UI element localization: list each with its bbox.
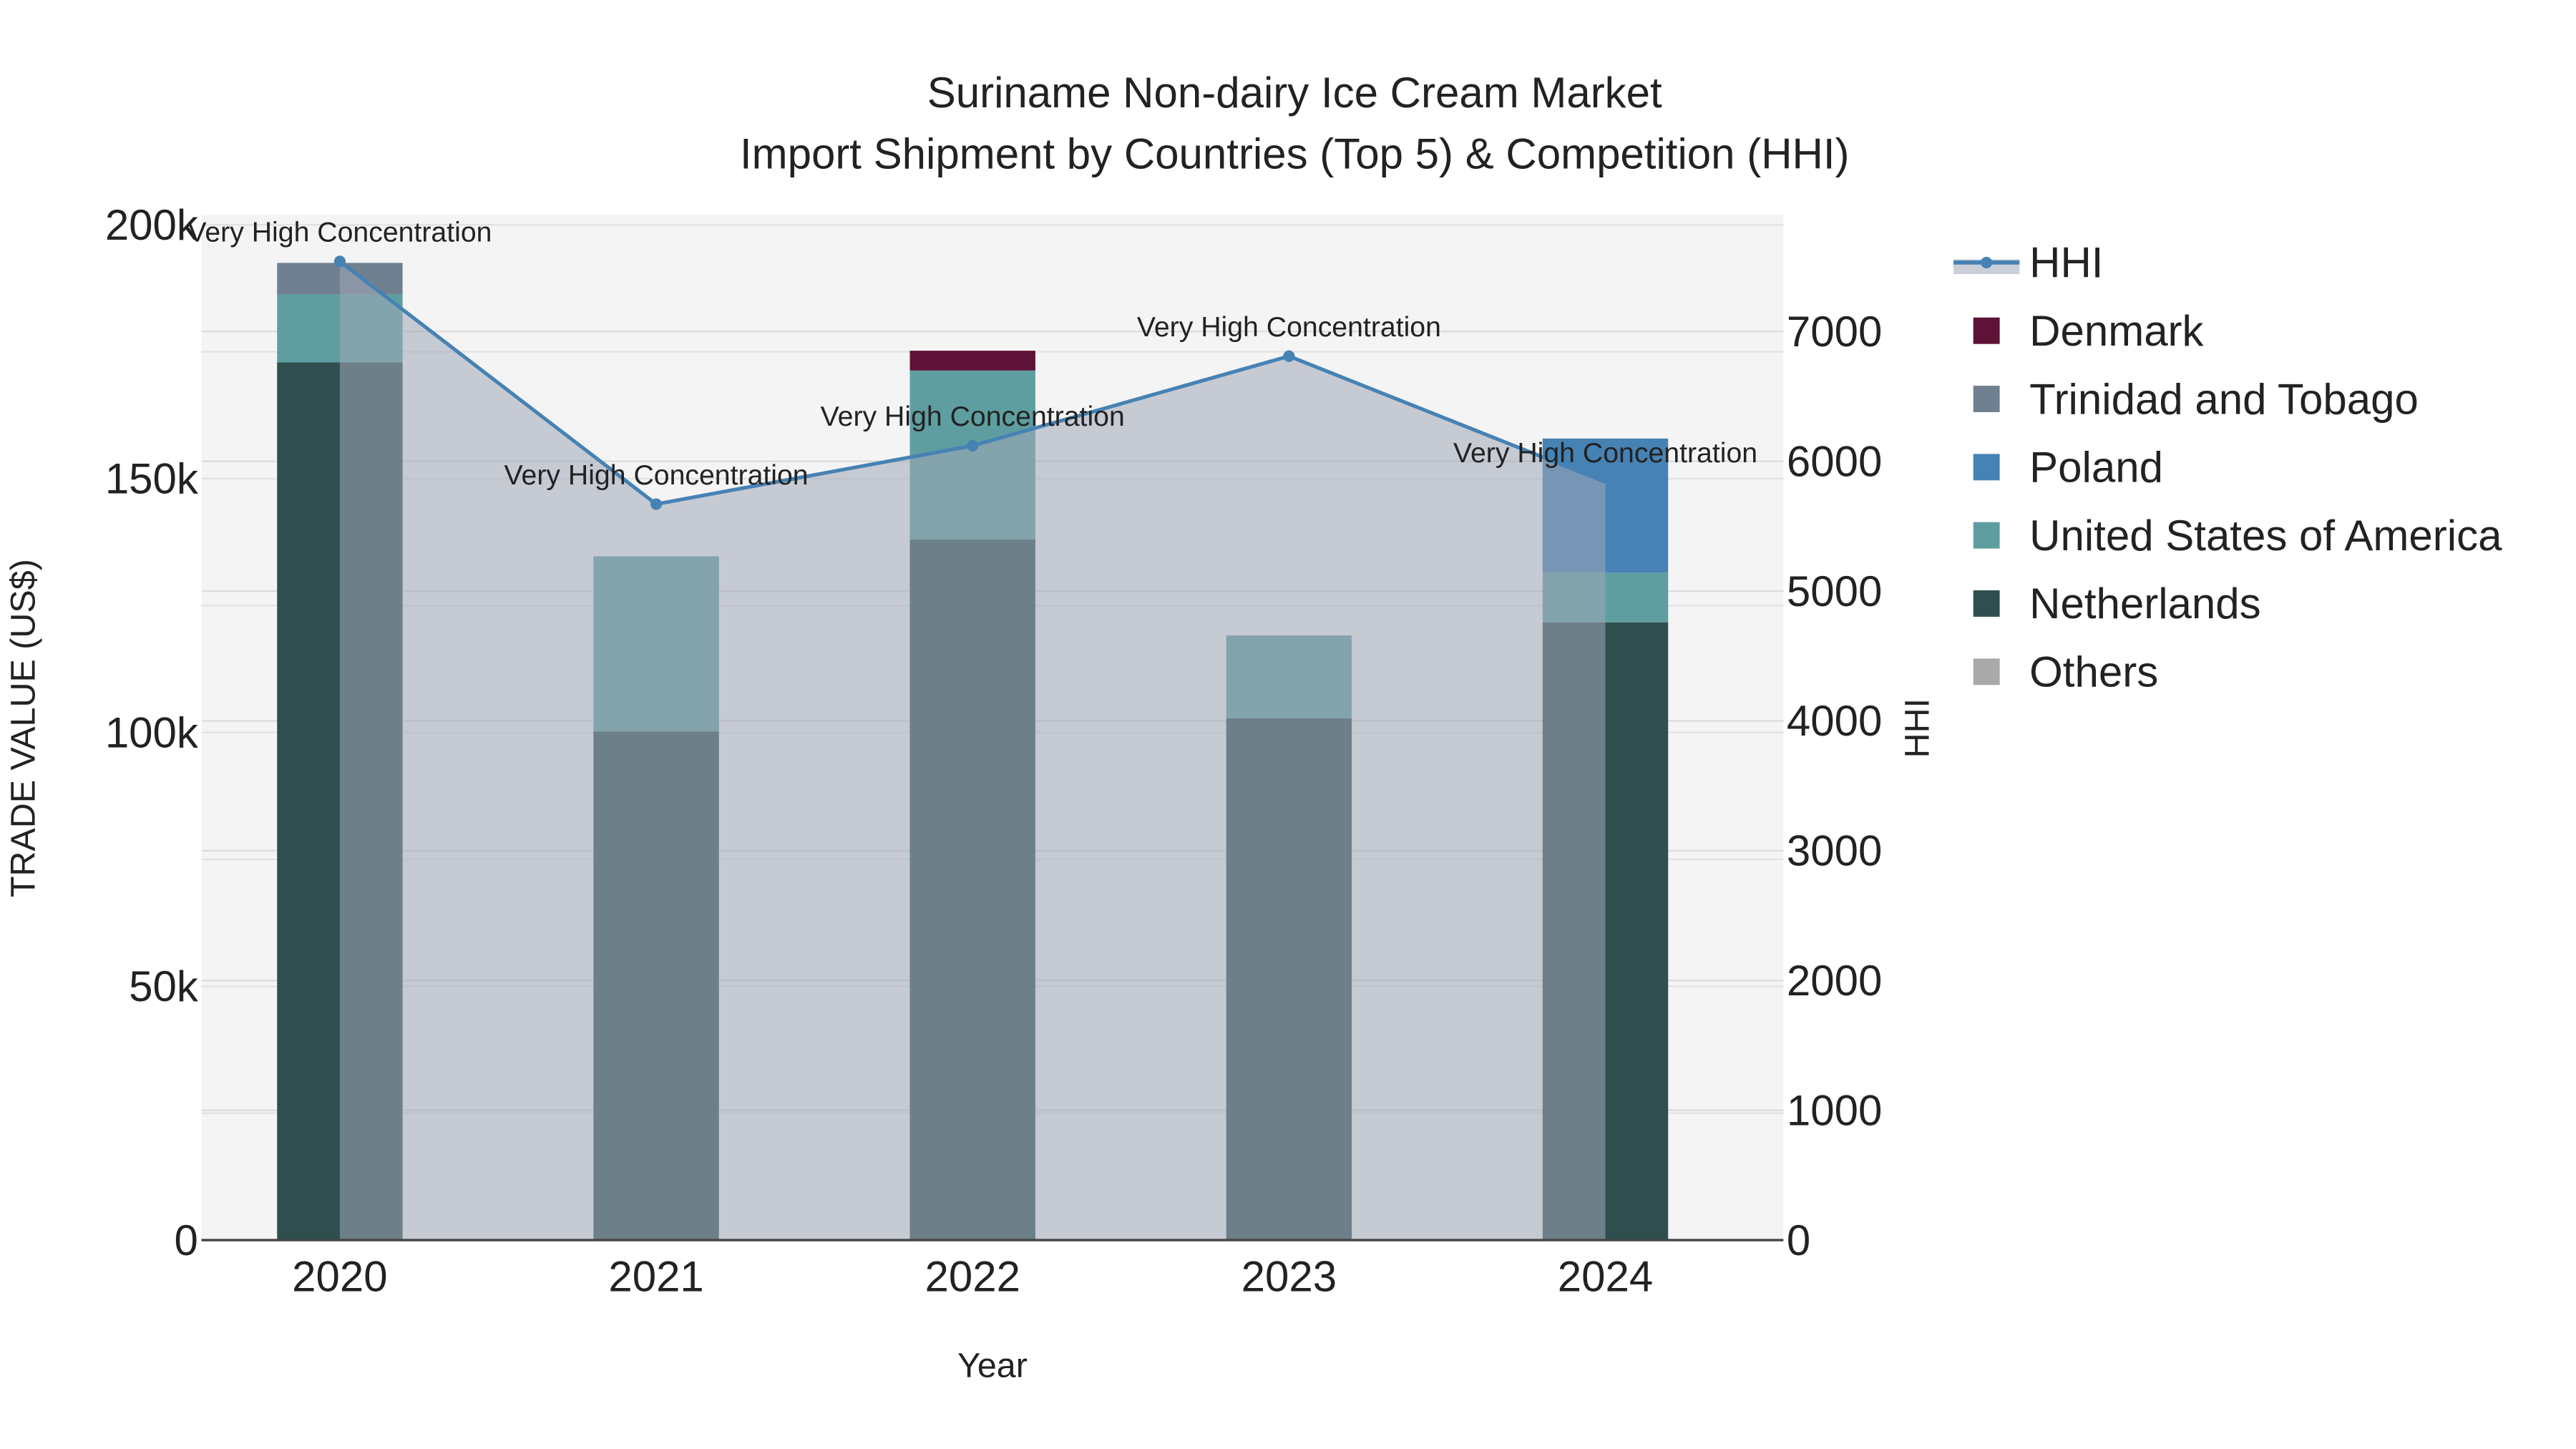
hhi-point (1283, 350, 1295, 362)
y-tick-label: 0 (175, 1216, 198, 1264)
legend-swatch-trinidad-and-tobago (1973, 386, 2000, 412)
y2-tick-label: 3000 (1787, 827, 1882, 875)
legend-swatch-united-states-of-america (1973, 522, 2000, 549)
legend-label: Netherlands (2029, 580, 2261, 628)
legend-swatch-netherlands (1973, 590, 2000, 617)
legend-label: United States of America (2029, 512, 2502, 560)
y2-tick-label: 4000 (1787, 697, 1882, 745)
hhi-annotation: Very High Concentration (821, 401, 1125, 432)
x-tick-label: 2022 (924, 1253, 1020, 1301)
x-tick-label: 2023 (1241, 1253, 1337, 1301)
y-tick-label: 50k (129, 962, 199, 1010)
legend-label: Denmark (2029, 307, 2204, 355)
y2-axis-title: HHI (1898, 698, 1936, 758)
chart: Suriname Non-dairy Ice Cream Market Impo… (4, 69, 2502, 1385)
y2-tick-label: 2000 (1787, 957, 1882, 1005)
hhi-annotation: Very High Concentration (504, 459, 809, 491)
legend-label: HHI (2029, 239, 2103, 287)
y-tick-label: 100k (105, 708, 199, 756)
legend: HHI Denmark Trinidad and Tobago Poland Unite… (1953, 239, 2502, 696)
y-tick-label: 200k (105, 201, 199, 249)
y2-tick-label: 1000 (1787, 1086, 1882, 1134)
chart-subtitle: Import Shipment by Countries (Top 5) & C… (740, 130, 1850, 177)
hhi-point (650, 498, 663, 510)
y2-tick-label: 0 (1787, 1216, 1810, 1264)
y2-tick-label: 7000 (1787, 308, 1882, 356)
y-axis-title: TRADE VALUE (US$) (4, 559, 42, 897)
legend-swatch-denmark (1973, 317, 2000, 344)
y2-tick-label: 5000 (1787, 567, 1882, 615)
legend-swatch-poland (1973, 454, 2000, 481)
legend-label: Trinidad and Tobago (2029, 375, 2419, 423)
chart-title: Suriname Non-dairy Ice Cream Market (927, 69, 1662, 117)
hhi-annotation: Very High Concentration (1137, 311, 1441, 343)
legend-hhi-marker-icon (1981, 256, 1993, 268)
legend-label: Others (2029, 648, 2158, 696)
x-axis-title: Year (957, 1347, 1028, 1385)
y2-tick-label: 6000 (1787, 437, 1882, 485)
hhi-annotation: Very High Concentration (1453, 437, 1757, 469)
x-tick-label: 2021 (608, 1253, 703, 1301)
y-tick-label: 150k (105, 455, 199, 503)
hhi-annotation: Very High Concentration (187, 217, 492, 248)
legend-swatch-others (1973, 658, 2000, 686)
hhi-point (967, 439, 979, 452)
x-tick-label: 2020 (292, 1253, 387, 1301)
bar-denmark (909, 351, 1035, 371)
x-tick-label: 2024 (1558, 1253, 1653, 1301)
legend-label: Poland (2029, 444, 2163, 492)
hhi-point (333, 255, 346, 268)
